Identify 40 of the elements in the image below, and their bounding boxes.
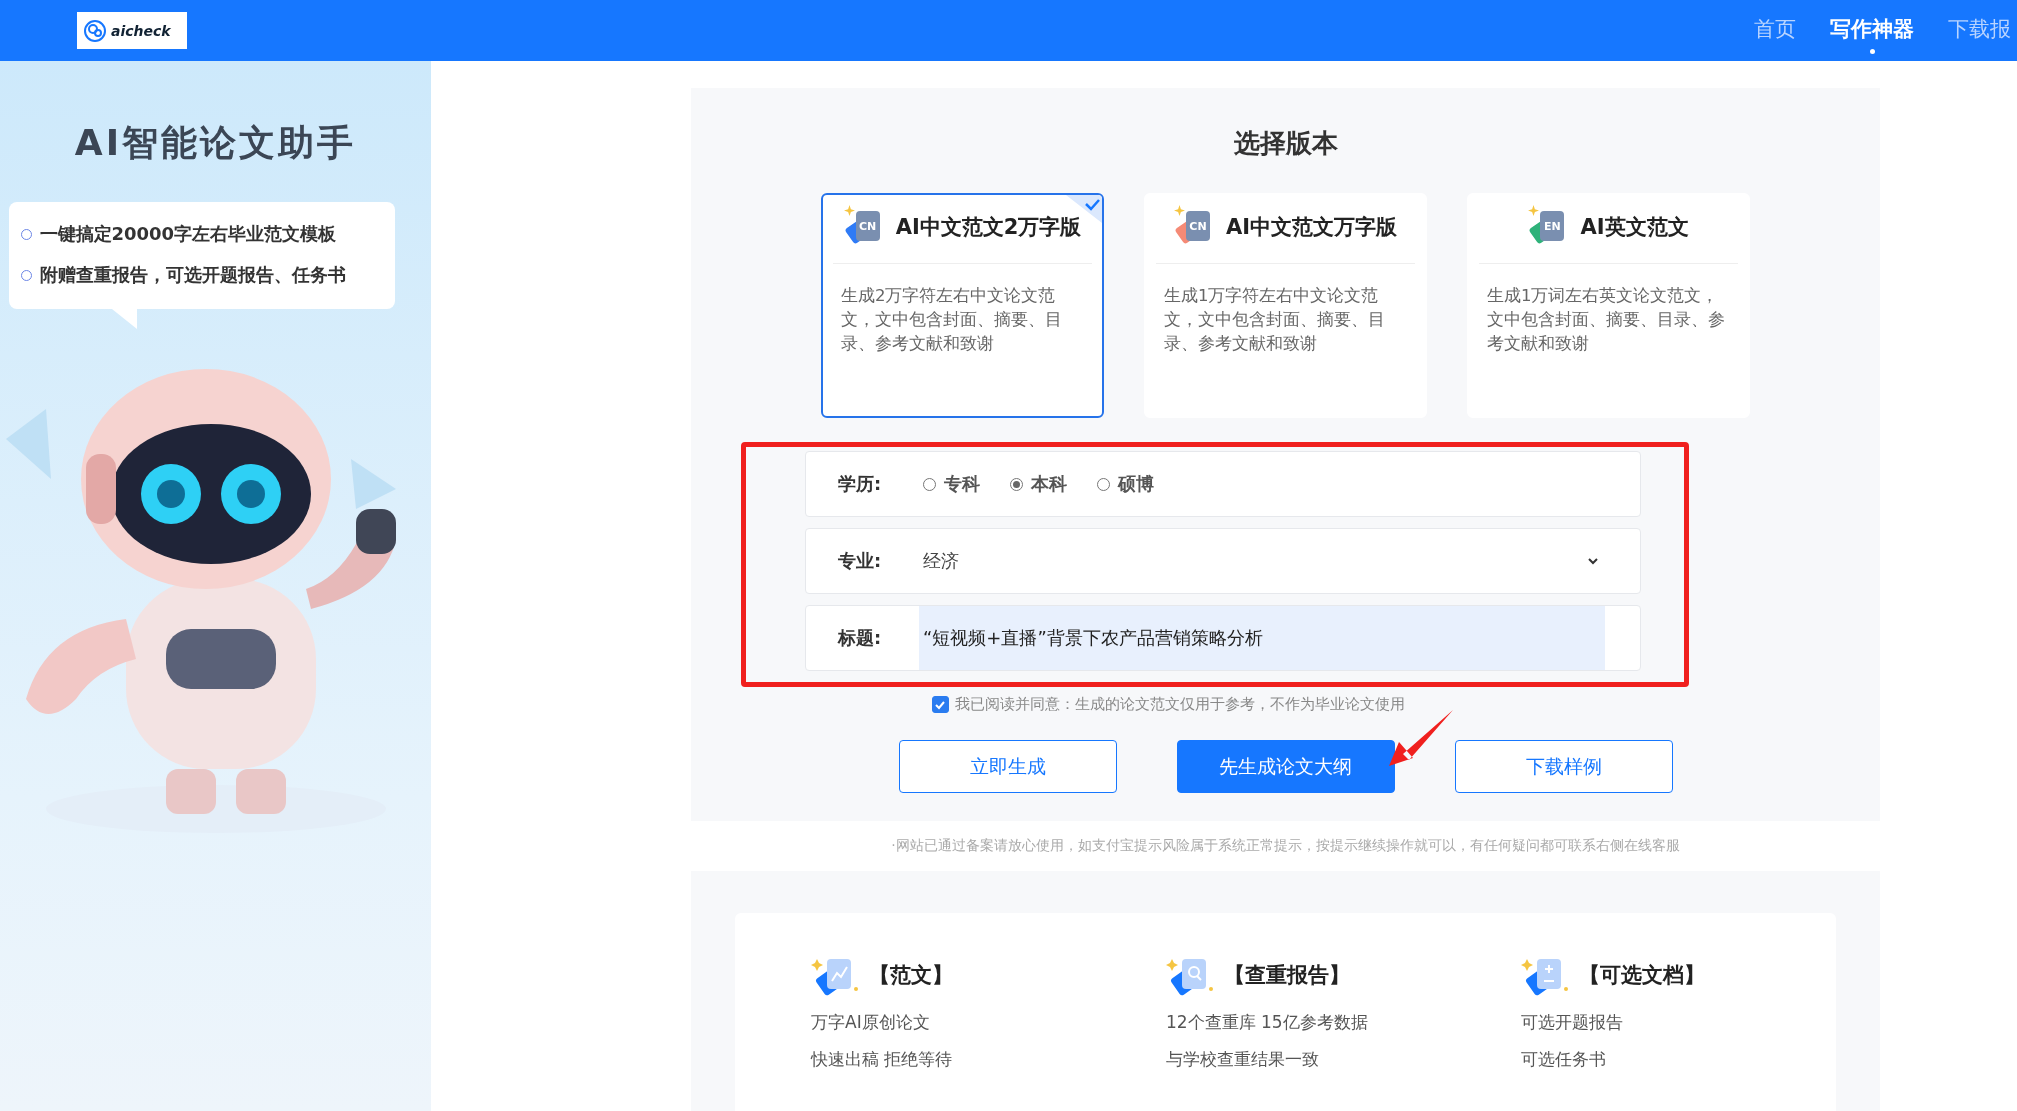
notice-text: ·网站已通过备案请放心使用，如支付宝提示风险属于系统正常提示，按提示继续操作就可以，有任何疑问都可联系右侧在线客服	[890, 837, 1681, 855]
action-button[interactable]: 先生成论文大纲	[1176, 740, 1395, 793]
card-description: 生成1万字符左右中文论文范文，文中包含封面、摘要、目录、参考文献和致谢	[1164, 285, 1386, 355]
feature-title: 【查重报告】	[1224, 962, 1350, 989]
feature-text: 可选任务书	[1521, 1048, 1607, 1071]
feature-title: 【可选文档】	[1579, 962, 1705, 989]
feature-text: 与学校查重结果一致	[1166, 1048, 1320, 1071]
feature-text: 可选开题报告	[1521, 1011, 1624, 1034]
logo-text: aicheck	[111, 22, 171, 39]
version-card[interactable]: EN AI英文范文 生成1万词左右英文论文范文，文中包含封面、摘要、目录、参考文献和致谢	[1467, 193, 1750, 418]
card-description: 生成2万字符左右中文论文范文，文中包含封面、摘要、目录、参考文献和致谢	[841, 285, 1063, 355]
card-title: AI英文范文	[1580, 214, 1689, 241]
logo-icon	[83, 18, 107, 43]
bullet-text: 一键搞定20000字左右毕业范文模板	[39, 222, 337, 246]
logo[interactable]: aicheck	[77, 12, 187, 49]
action-button[interactable]: 立即生成	[898, 740, 1117, 793]
feature-text: 12个查重库 15亿参考数据	[1166, 1011, 1369, 1034]
bullet-text: 附赠查重报告，可选开题报告、任务书	[39, 263, 346, 287]
radio-option[interactable]: 专科	[923, 472, 980, 496]
nav-link[interactable]: 写作神器	[1830, 15, 1914, 56]
version-card[interactable]: CN AI中文范文2万字版 生成2万字符左右中文论文范文，文中包含封面、摘要、目录、参考文献和致谢	[821, 193, 1104, 418]
sidebar-title: AI智能论文助手	[74, 121, 357, 165]
feature-text: 快速出稿 拒绝等待	[811, 1048, 954, 1071]
radio-option[interactable]: 硕博	[1097, 472, 1154, 496]
agreement-text: 我已阅读并同意：生成的论文范文仅用于参考，不作为毕业论文使用	[954, 695, 1405, 714]
field-label: 学历:	[838, 472, 883, 496]
field-label: 专业:	[838, 549, 883, 573]
major-select[interactable]: 经济	[923, 529, 1640, 593]
card-title: AI中文范文2万字版	[895, 214, 1082, 241]
version-card[interactable]: CN AI中文范文万字版 生成1万字符左右中文论文范文，文中包含封面、摘要、目录、参考文献和致谢	[1144, 193, 1427, 418]
card-description: 生成1万词左右英文论文范文，文中包含封面、摘要、目录、参考文献和致谢	[1487, 285, 1726, 355]
radio-option[interactable]: 本科	[1010, 472, 1067, 496]
title-input[interactable]: “短视频+直播”背景下农产品营销策略分析	[919, 606, 1605, 670]
feature-text: 万字AI原创论文	[811, 1011, 931, 1034]
feature-title: 【范文】	[869, 962, 953, 989]
card-title: AI中文范文万字版	[1225, 214, 1398, 241]
section-title: 选择版本	[1233, 127, 1338, 160]
checkbox[interactable]	[931, 696, 949, 713]
action-button[interactable]: 下载样例	[1454, 740, 1673, 793]
field-label: 标题:	[838, 626, 883, 650]
